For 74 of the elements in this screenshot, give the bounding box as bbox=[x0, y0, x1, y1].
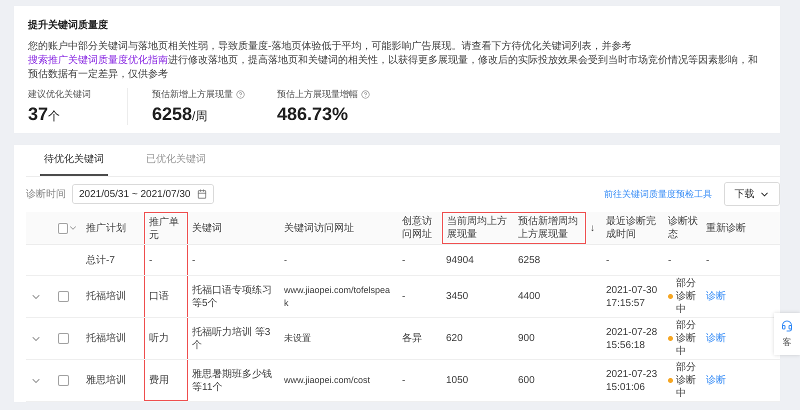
table-cell-text: 2021-07-23 15:01:06 bbox=[605, 368, 658, 394]
table-cell-text: - bbox=[401, 290, 406, 304]
table-cell-text: - bbox=[605, 254, 610, 268]
status-text: 部分诊断中 bbox=[676, 319, 697, 358]
guide-link[interactable]: 搜索推广关键词质量度优化指南 bbox=[28, 55, 168, 66]
column-header: 最近诊断完成时间 bbox=[605, 214, 657, 242]
table-cell-text: 雅思培训 bbox=[85, 374, 127, 388]
stat-value: 6258/周 bbox=[152, 104, 208, 125]
table-cell: 口语 bbox=[144, 276, 188, 317]
table-cell-text: www.jiaopei.com/tofelspeak bbox=[283, 284, 392, 310]
column-header: 重新诊断 bbox=[705, 222, 747, 236]
help-icon[interactable] bbox=[236, 90, 245, 99]
table-cell: 费用 bbox=[144, 360, 188, 401]
column-header: 创意访问网址 bbox=[401, 214, 433, 242]
checkbox[interactable] bbox=[58, 375, 69, 386]
diagnose-link[interactable]: 诊断 bbox=[706, 290, 726, 303]
table-cell-text: 1050 bbox=[445, 374, 470, 388]
column-header: 预估新增周均上方展现量 bbox=[514, 212, 586, 244]
tool-link[interactable]: 前往关键词质量度预检工具 bbox=[604, 188, 712, 200]
table-cell-text: 900 bbox=[517, 332, 536, 346]
table-cell-text: 620 bbox=[445, 332, 464, 346]
stat-label: 建议优化关键词 bbox=[28, 88, 91, 101]
stat-value: 37个 bbox=[28, 104, 62, 125]
table-cell-text: - bbox=[667, 254, 672, 268]
column-header: 推广单元 bbox=[144, 212, 188, 244]
table-cell: 听力 bbox=[144, 318, 188, 359]
support-widget[interactable]: 客 bbox=[774, 313, 800, 355]
download-button[interactable]: 下载 bbox=[724, 182, 780, 206]
sort-arrow[interactable]: ↓ bbox=[586, 212, 602, 244]
table-cell-text: 3450 bbox=[445, 290, 470, 304]
table-cell-text: 各异 bbox=[401, 332, 423, 346]
date-range-field[interactable]: 2021/05/31 ~ 2021/07/30 bbox=[72, 184, 214, 204]
table-cell-text: 总计-7 bbox=[85, 254, 116, 268]
table-cell-text: 600 bbox=[517, 374, 536, 388]
table-cell: - bbox=[144, 245, 188, 275]
table-cell-text: 托福培训 bbox=[85, 290, 127, 304]
headset-icon bbox=[781, 320, 793, 332]
column-header: 推广计划 bbox=[85, 222, 127, 236]
help-icon[interactable] bbox=[361, 90, 370, 99]
calendar-icon bbox=[196, 189, 206, 199]
notice-text: 您的账户中部分关键词与落地页相关性弱，导致质量度-落地页体验低于平均，可能影响广告展现。请查看下方待优化关键词列表，并参考 搜索推广关键词质量度优化指南进行修改落地页，提高落地页和关键词的相关性，以获得更多展现量，修改后的实际投放效果会受到当时市场竞价情况等因素影响，和预估数据有一定差异，仅供参考 bbox=[28, 40, 759, 82]
status-text: 部分诊断中 bbox=[676, 277, 697, 316]
table-cell-text: 2021-07-30 17:15:57 bbox=[605, 284, 658, 310]
table-cell-text: 4400 bbox=[517, 290, 542, 304]
stat-label: 预估上方展现量增幅 bbox=[277, 88, 358, 101]
table-cell-text: 6258 bbox=[517, 254, 542, 268]
table-cell-text: 托福口语专项练习等5个 bbox=[191, 284, 273, 310]
stat-label: 预估新增上方展现量 bbox=[152, 88, 233, 101]
checkbox[interactable] bbox=[58, 291, 69, 302]
filter-label: 诊断时间 bbox=[26, 188, 66, 201]
table-cell-text: 2021-07-28 15:56:18 bbox=[605, 326, 658, 352]
table-cell-text: - bbox=[283, 254, 288, 266]
checkbox[interactable] bbox=[58, 222, 68, 234]
diagnose-link[interactable]: 诊断 bbox=[706, 374, 726, 387]
table-cell-text: - bbox=[705, 254, 710, 268]
table-cell-text: - bbox=[191, 254, 196, 268]
status-text: 部分诊断中 bbox=[676, 361, 697, 400]
column-header: 诊断状态 bbox=[667, 214, 699, 242]
table-cell-text: 托福听力培训 等3个 bbox=[191, 326, 272, 352]
table-cell-text: 雅思暑期班多少钱等11个 bbox=[191, 368, 273, 394]
diagnose-link[interactable]: 诊断 bbox=[706, 332, 726, 345]
table-cell-text: 未设置 bbox=[283, 332, 312, 345]
table-cell-text: 托福培训 bbox=[85, 332, 127, 346]
notice-title: 提升关键词质量度 bbox=[28, 18, 109, 32]
table-cell-text: - bbox=[401, 374, 406, 388]
table-cell-text: 94904 bbox=[445, 254, 475, 268]
table-cell-text: - bbox=[401, 254, 406, 268]
checkbox[interactable] bbox=[58, 333, 69, 344]
column-header: 关键词访问网址 bbox=[283, 222, 355, 236]
tab[interactable]: 待优化关键词 bbox=[40, 145, 108, 176]
column-header: 当前周均上方展现量 bbox=[442, 212, 514, 244]
table-cell-text: www.jiaopei.com/cost bbox=[283, 374, 372, 387]
stat-value: 486.73% bbox=[277, 104, 350, 125]
column-header: 关键词 bbox=[191, 222, 223, 236]
